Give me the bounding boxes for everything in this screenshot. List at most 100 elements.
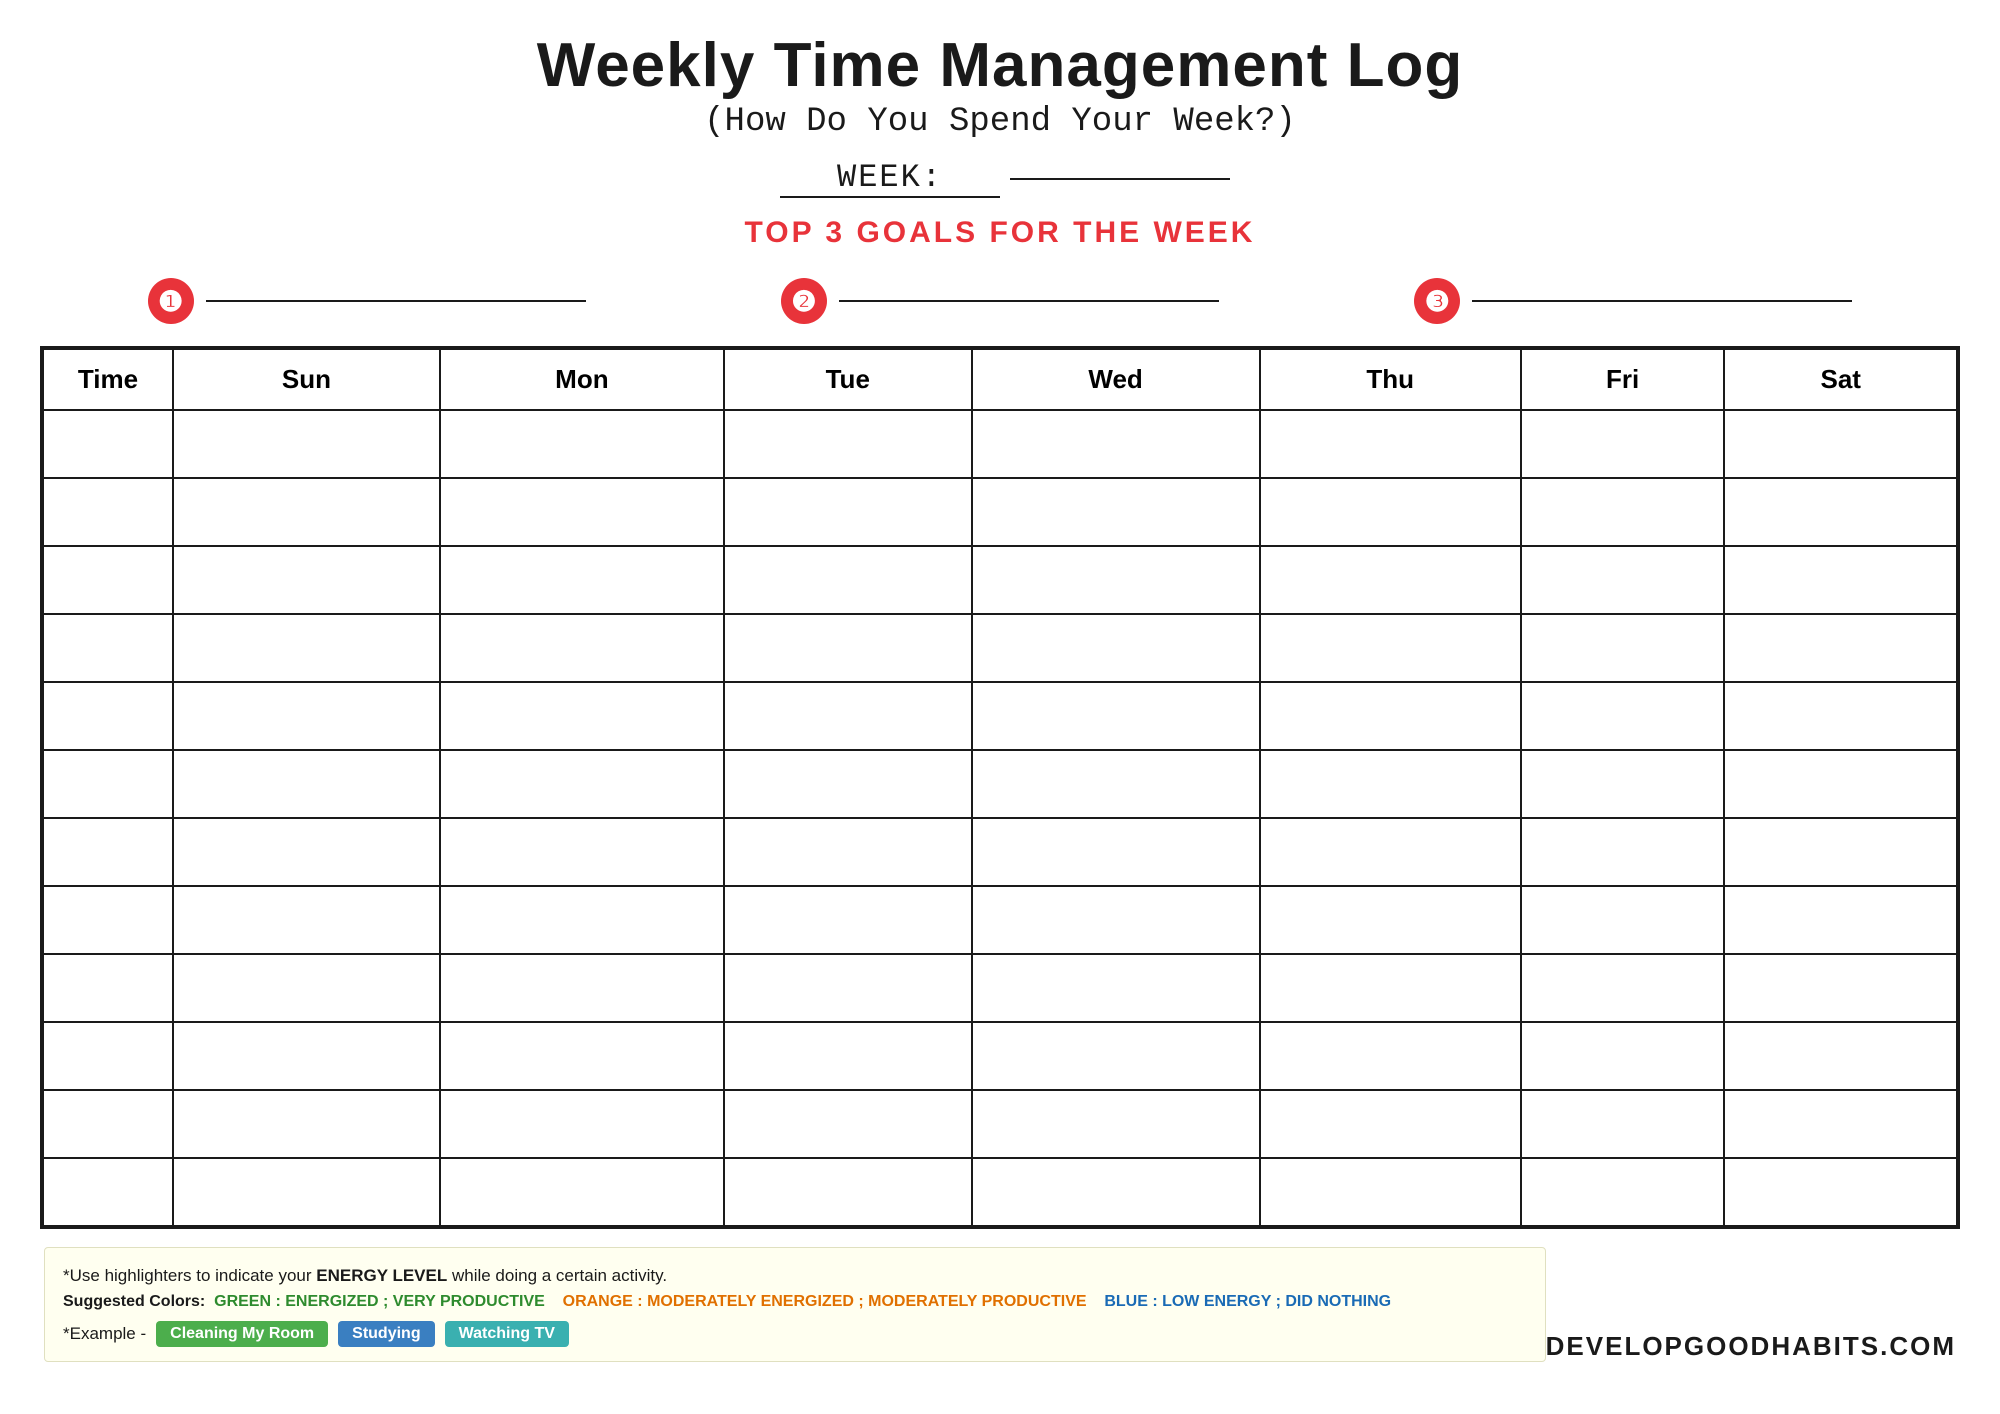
day-cell[interactable] xyxy=(1260,954,1521,1022)
day-cell[interactable] xyxy=(173,954,440,1022)
goals-row: ❶ ❷ ❸ xyxy=(70,278,1930,324)
day-cell[interactable] xyxy=(972,1022,1260,1090)
color-green-label: GREEN : ENERGIZED ; VERY PRODUCTIVE xyxy=(214,1293,545,1310)
day-cell[interactable] xyxy=(440,682,724,750)
day-cell[interactable] xyxy=(1260,1022,1521,1090)
day-cell[interactable] xyxy=(1521,818,1725,886)
day-cell[interactable] xyxy=(1260,1158,1521,1226)
day-cell[interactable] xyxy=(1521,410,1725,478)
time-cell[interactable] xyxy=(43,954,173,1022)
day-cell[interactable] xyxy=(173,682,440,750)
day-cell[interactable] xyxy=(972,1158,1260,1226)
day-cell[interactable] xyxy=(1521,1090,1725,1158)
day-cell[interactable] xyxy=(173,410,440,478)
time-cell[interactable] xyxy=(43,410,173,478)
day-cell[interactable] xyxy=(1724,1022,1957,1090)
time-cell[interactable] xyxy=(43,478,173,546)
time-cell[interactable] xyxy=(43,1090,173,1158)
day-cell[interactable] xyxy=(173,1090,440,1158)
day-cell[interactable] xyxy=(440,750,724,818)
time-cell[interactable] xyxy=(43,750,173,818)
day-cell[interactable] xyxy=(1260,410,1521,478)
day-cell[interactable] xyxy=(440,818,724,886)
day-cell[interactable] xyxy=(972,682,1260,750)
day-cell[interactable] xyxy=(724,750,972,818)
day-cell[interactable] xyxy=(440,546,724,614)
day-cell[interactable] xyxy=(1521,682,1725,750)
week-value-line xyxy=(1010,178,1230,180)
day-cell[interactable] xyxy=(440,954,724,1022)
day-cell[interactable] xyxy=(1521,750,1725,818)
day-cell[interactable] xyxy=(440,886,724,954)
day-cell[interactable] xyxy=(724,954,972,1022)
day-cell[interactable] xyxy=(440,1090,724,1158)
time-cell[interactable] xyxy=(43,1158,173,1226)
day-cell[interactable] xyxy=(1724,818,1957,886)
day-cell[interactable] xyxy=(972,954,1260,1022)
day-cell[interactable] xyxy=(173,1022,440,1090)
day-cell[interactable] xyxy=(1521,1158,1725,1226)
day-cell[interactable] xyxy=(173,614,440,682)
day-cell[interactable] xyxy=(724,1090,972,1158)
day-cell[interactable] xyxy=(1724,546,1957,614)
day-cell[interactable] xyxy=(1260,614,1521,682)
day-cell[interactable] xyxy=(1521,546,1725,614)
day-cell[interactable] xyxy=(1724,410,1957,478)
day-cell[interactable] xyxy=(1724,614,1957,682)
day-cell[interactable] xyxy=(440,1022,724,1090)
day-cell[interactable] xyxy=(1521,478,1725,546)
day-cell[interactable] xyxy=(1521,954,1725,1022)
day-cell[interactable] xyxy=(1260,818,1521,886)
time-cell[interactable] xyxy=(43,546,173,614)
day-cell[interactable] xyxy=(724,1022,972,1090)
day-cell[interactable] xyxy=(972,546,1260,614)
day-cell[interactable] xyxy=(1260,546,1521,614)
day-cell[interactable] xyxy=(1724,1090,1957,1158)
day-cell[interactable] xyxy=(724,1158,972,1226)
day-cell[interactable] xyxy=(724,886,972,954)
day-cell[interactable] xyxy=(972,818,1260,886)
day-cell[interactable] xyxy=(724,682,972,750)
day-cell[interactable] xyxy=(1260,682,1521,750)
day-cell[interactable] xyxy=(1260,750,1521,818)
day-cell[interactable] xyxy=(440,410,724,478)
day-cell[interactable] xyxy=(173,1158,440,1226)
day-cell[interactable] xyxy=(1260,478,1521,546)
time-cell[interactable] xyxy=(43,886,173,954)
day-cell[interactable] xyxy=(972,614,1260,682)
day-cell[interactable] xyxy=(173,478,440,546)
day-cell[interactable] xyxy=(972,478,1260,546)
day-cell[interactable] xyxy=(440,478,724,546)
day-cell[interactable] xyxy=(1724,478,1957,546)
day-cell[interactable] xyxy=(1724,682,1957,750)
day-cell[interactable] xyxy=(972,750,1260,818)
day-cell[interactable] xyxy=(1724,886,1957,954)
day-cell[interactable] xyxy=(173,886,440,954)
day-cell[interactable] xyxy=(1521,614,1725,682)
day-cell[interactable] xyxy=(1724,1158,1957,1226)
day-cell[interactable] xyxy=(972,410,1260,478)
day-cell[interactable] xyxy=(1724,954,1957,1022)
day-cell[interactable] xyxy=(1521,886,1725,954)
day-cell[interactable] xyxy=(173,546,440,614)
time-cell[interactable] xyxy=(43,682,173,750)
day-cell[interactable] xyxy=(173,818,440,886)
day-cell[interactable] xyxy=(972,886,1260,954)
day-cell[interactable] xyxy=(724,478,972,546)
table-row xyxy=(43,682,1957,750)
time-cell[interactable] xyxy=(43,1022,173,1090)
day-cell[interactable] xyxy=(972,1090,1260,1158)
time-cell[interactable] xyxy=(43,818,173,886)
day-cell[interactable] xyxy=(724,410,972,478)
day-cell[interactable] xyxy=(1260,1090,1521,1158)
day-cell[interactable] xyxy=(1260,886,1521,954)
time-cell[interactable] xyxy=(43,614,173,682)
day-cell[interactable] xyxy=(1521,1022,1725,1090)
day-cell[interactable] xyxy=(440,614,724,682)
day-cell[interactable] xyxy=(724,818,972,886)
day-cell[interactable] xyxy=(724,614,972,682)
day-cell[interactable] xyxy=(1724,750,1957,818)
day-cell[interactable] xyxy=(440,1158,724,1226)
day-cell[interactable] xyxy=(173,750,440,818)
day-cell[interactable] xyxy=(724,546,972,614)
